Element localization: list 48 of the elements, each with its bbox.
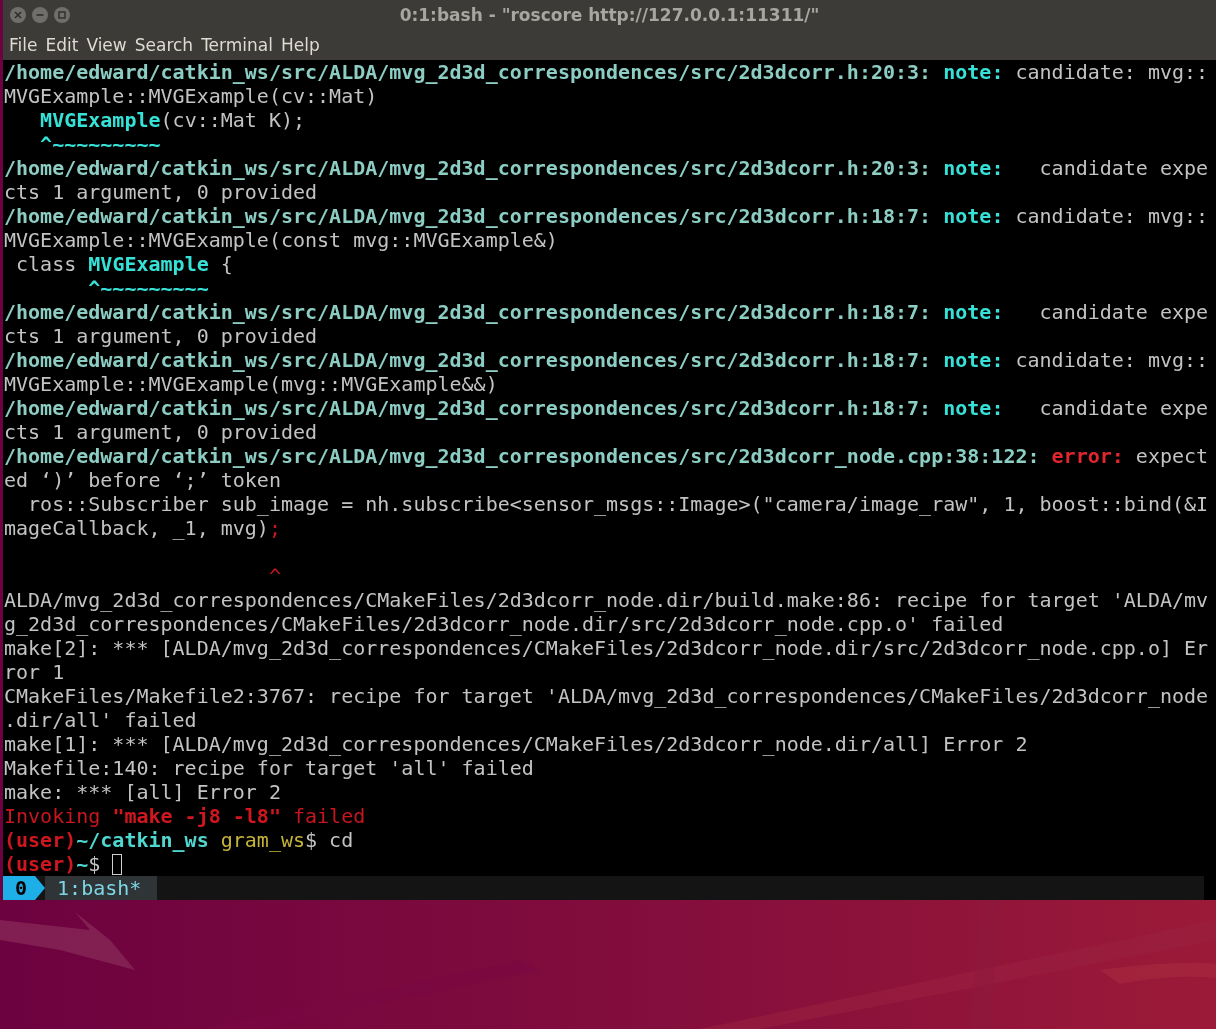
- menu-item[interactable]: Search: [130, 35, 198, 55]
- terminal-line: ror 1: [4, 660, 65, 684]
- terminal-line: /home/edward/catkin_ws/src/ALDA/mvg_2d3d_correspondences/src/2d3dcorr.h:20:3: note: candidate: mvg::: [4, 60, 1209, 84]
- arrow-icon: [35, 876, 46, 900]
- close-icon: [10, 7, 26, 23]
- terminal-line: g_2d3d_correspondences/CMakeFiles/2d3dcorr_node.dir/src/2d3dcorr_node.cpp.o' failed: [4, 612, 1004, 636]
- terminal-line: (user)~/catkin_ws gram_ws$ cd: [4, 828, 354, 852]
- minimize-icon: [32, 7, 48, 23]
- terminal-line: /home/edward/catkin_ws/src/ALDA/mvg_2d3d_correspondences/src/2d3dcorr.h:18:7: note: candidate: mvg::: [4, 204, 1209, 228]
- terminal-line: cts 1 argument, 0 provided: [4, 324, 318, 348]
- terminal-line: ros::Subscriber sub_image = nh.subscribe<sensor_msgs::Image>("camera/image_raw", 1, boost::bind(&I: [27, 492, 1209, 516]
- terminal-line: make: *** [all] Error 2: [4, 780, 281, 804]
- terminal-line: /home/edward/catkin_ws/src/ALDA/mvg_2d3d_correspondences/src/2d3dcorr.h:18:7: note: candidate expe: [4, 396, 1209, 420]
- terminal-line: ^~~~~~~~~~: [87, 276, 209, 300]
- menu-item[interactable]: Edit: [41, 35, 83, 55]
- menu-item[interactable]: View: [82, 35, 131, 55]
- terminal-line: ALDA/mvg_2d3d_correspondences/CMakeFiles/2d3dcorr_node.dir/build.make:86: recipe for target 'ALDA/mv: [4, 588, 1209, 612]
- terminal-line: MVGExample(cv::Mat K);: [39, 108, 306, 132]
- menu-item[interactable]: File: [5, 35, 42, 55]
- terminal-line: (user)~$: [4, 852, 102, 876]
- terminal-line: MVGExample::MVGExample(mvg::MVGExample&&): [4, 372, 498, 396]
- menu-item[interactable]: Terminal: [197, 35, 277, 55]
- terminal-line: .dir/all' failed: [4, 708, 197, 732]
- terminal-line: cts 1 argument, 0 provided: [4, 420, 318, 444]
- terminal-line: ed ‘)’ before ‘;’ token: [4, 468, 281, 492]
- terminal-line: MVGExample::MVGExample(cv::Mat): [4, 84, 378, 108]
- terminal-line: /home/edward/catkin_ws/src/ALDA/mvg_2d3d_correspondences/src/2d3dcorr.h:18:7: note: candidate: mvg::: [4, 348, 1209, 372]
- terminal-line: ^~~~~~~~~~: [39, 132, 161, 156]
- terminal-line: cts 1 argument, 0 provided: [4, 180, 318, 204]
- terminal-line: /home/edward/catkin_ws/src/ALDA/mvg_2d3d_correspondences/src/2d3dcorr_node.cpp:38:122: error: expect: [4, 444, 1209, 468]
- menu-item[interactable]: Help: [276, 35, 324, 55]
- maximize-icon: [54, 7, 70, 23]
- terminal-line: MVGExample::MVGExample(const mvg::MVGExample&): [4, 228, 558, 252]
- terminal-line: Invoking "make -j8 -l8" failed: [4, 804, 366, 828]
- terminal-line: mageCallback, _1, mvg);: [4, 516, 281, 540]
- terminal-line: /home/edward/catkin_ws/src/ALDA/mvg_2d3d_correspondences/src/2d3dcorr.h:18:7: note: candidate expe: [4, 300, 1209, 324]
- terminal-line: /home/edward/catkin_ws/src/ALDA/mvg_2d3d_correspondences/src/2d3dcorr.h:20:3: note: candidate expe: [4, 156, 1209, 180]
- terminal-line: make[2]: *** [ALDA/mvg_2d3d_correspondences/CMakeFiles/2d3dcorr_node.dir/src/2d3dcorr_node.cpp.o] Er: [4, 636, 1209, 660]
- window-title: 0:1:bash - "roscore http://127.0.0.1:11311/": [399, 5, 820, 25]
- terminal-line: ^: [267, 564, 281, 588]
- terminal-line: make[1]: *** [ALDA/mvg_2d3d_correspondences/CMakeFiles/2d3dcorr_node.dir/all] Error 2: [4, 732, 1028, 756]
- terminal-line: CMakeFiles/Makefile2:3767: recipe for target 'ALDA/mvg_2d3d_correspondences/CMakeFiles/2d3dcorr_node: [4, 684, 1209, 708]
- maximize-button[interactable]: [53, 6, 71, 24]
- close-button[interactable]: [9, 6, 27, 24]
- window-tab[interactable]: 1:bash*: [45, 876, 158, 900]
- terminal-line: Makefile:140: recipe for target 'all' failed: [4, 756, 534, 780]
- minimize-button[interactable]: [31, 6, 49, 24]
- terminal-line: class MVGExample {: [15, 252, 233, 276]
